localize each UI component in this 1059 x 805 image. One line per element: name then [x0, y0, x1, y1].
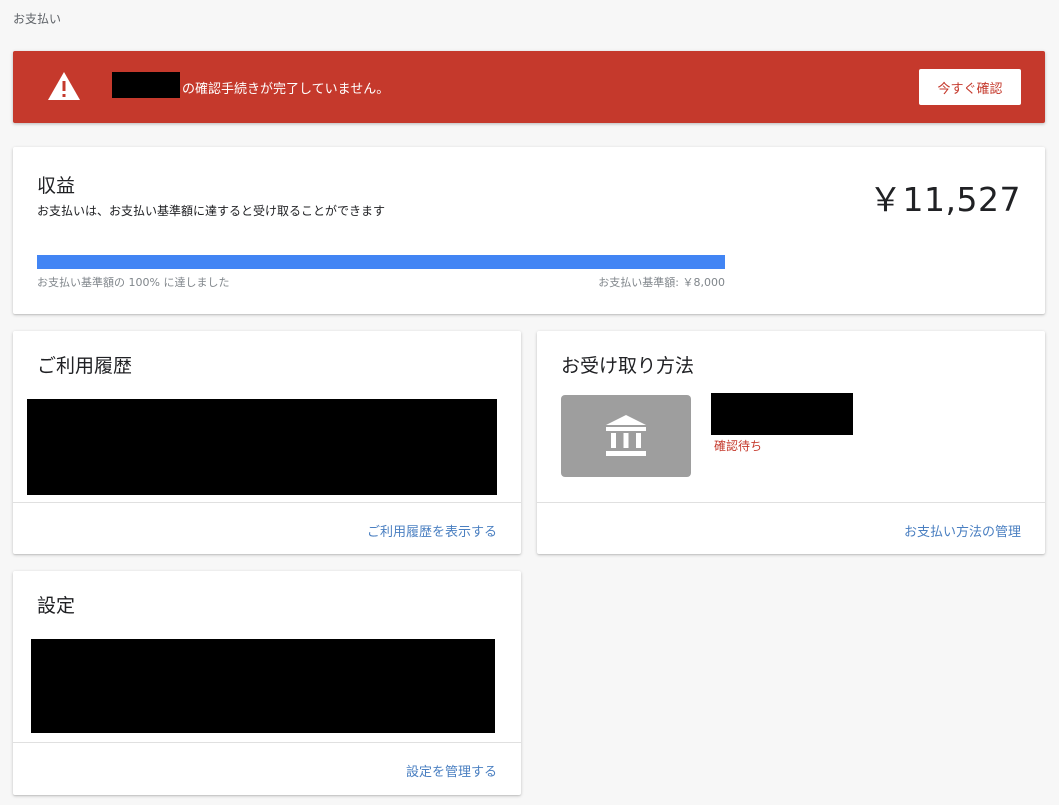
card-divider: [13, 742, 521, 743]
bank-account-tile: [561, 395, 691, 477]
settings-card: 設定 設定を管理する: [13, 571, 521, 795]
warning-icon: [48, 72, 80, 100]
payment-method-card: お受け取り方法 確認待ち お支払い方法の管理: [537, 331, 1045, 554]
history-title: ご利用履歴: [37, 355, 133, 377]
card-divider: [537, 502, 1045, 503]
redacted-account-details: [711, 393, 853, 435]
progress-label: お支払い基準額の 100% に達しました: [37, 276, 230, 289]
settings-title: 設定: [37, 595, 76, 617]
payment-method-title: お受け取り方法: [561, 355, 695, 377]
verification-alert-banner: の確認手続きが完了していません。 今すぐ確認: [13, 51, 1045, 123]
earnings-amount: ￥11,527: [869, 180, 1021, 219]
bank-icon: [606, 415, 646, 456]
verify-now-button[interactable]: 今すぐ確認: [919, 69, 1021, 105]
alert-message: の確認手続きが完了していません。: [182, 82, 390, 97]
redacted-account-name: [112, 72, 180, 98]
card-divider: [13, 502, 521, 503]
payment-threshold-progress: [37, 255, 725, 269]
earnings-subtitle: お支払いは、お支払い基準額に達すると受け取ることができます: [37, 204, 386, 218]
breadcrumb: お支払い: [13, 12, 62, 26]
progress-fill: [37, 255, 725, 269]
verification-status: 確認待ち: [714, 439, 763, 453]
transaction-history-card: ご利用履歴 ご利用履歴を表示する: [13, 331, 521, 554]
threshold-label: お支払い基準額: ￥8,000: [598, 276, 725, 289]
view-history-link[interactable]: ご利用履歴を表示する: [367, 521, 497, 540]
earnings-title: 収益: [37, 175, 76, 197]
manage-settings-link[interactable]: 設定を管理する: [406, 761, 497, 780]
redacted-settings-content: [31, 639, 495, 733]
manage-payment-method-link[interactable]: お支払い方法の管理: [904, 521, 1021, 540]
redacted-history-content: [27, 399, 497, 495]
earnings-card: 収益 お支払いは、お支払い基準額に達すると受け取ることができます ￥11,527…: [13, 147, 1045, 314]
